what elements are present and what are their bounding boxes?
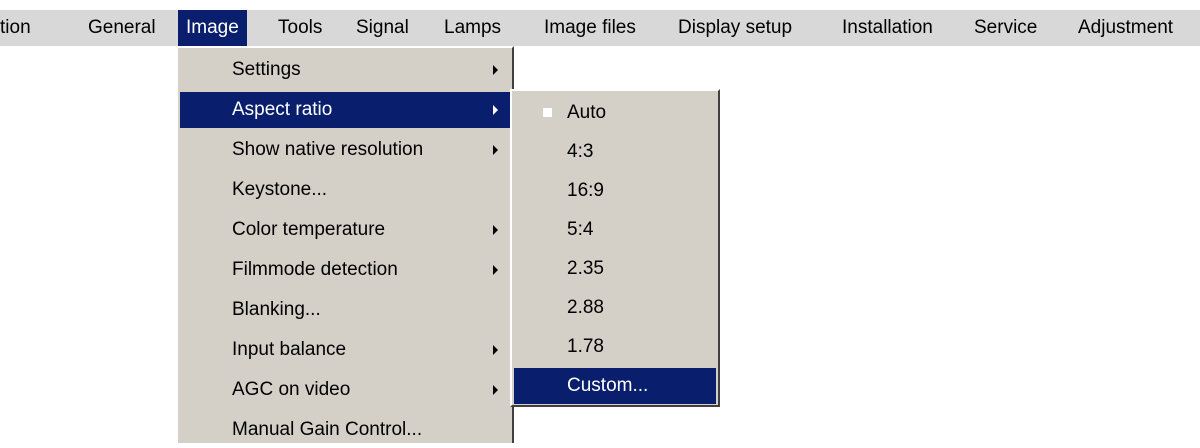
menu-item-label: Custom... [567, 375, 649, 396]
aspect-item-custom[interactable]: Custom... [514, 368, 716, 404]
menu-item-agc-on-video[interactable]: AGC on video [180, 372, 510, 408]
menubar-item-connection[interactable]: tion [0, 10, 39, 46]
menu-item-label: Show native resolution [232, 139, 424, 160]
aspect-item-4-3[interactable]: 4:3 [514, 134, 716, 170]
menu-item-label: 1.78 [567, 336, 604, 357]
aspect-item-5-4[interactable]: 5:4 [514, 212, 716, 248]
menu-item-blanking[interactable]: Blanking... [180, 292, 510, 328]
aspect-item-16-9[interactable]: 16:9 [514, 173, 716, 209]
aspect-item-auto[interactable]: Auto [514, 95, 716, 131]
menubar-item-general[interactable]: General [80, 10, 164, 46]
image-menu: Settings Aspect ratio Show native resolu… [176, 46, 514, 443]
menu-item-color-temperature[interactable]: Color temperature [180, 212, 510, 248]
menu-item-label: 5:4 [567, 219, 594, 240]
menu-item-label: Input balance [232, 339, 347, 360]
menu-item-label: Settings [232, 59, 301, 80]
menubar-item-image[interactable]: Image [178, 10, 247, 46]
menu-item-show-native-resolution[interactable]: Show native resolution [180, 132, 510, 168]
menubar-item-lamps[interactable]: Lamps [436, 10, 509, 46]
menu-item-keystone[interactable]: Keystone... [180, 172, 510, 208]
menu-item-aspect-ratio[interactable]: Aspect ratio [180, 92, 510, 128]
menu-item-input-balance[interactable]: Input balance [180, 332, 510, 368]
menubar-item-image-files[interactable]: Image files [536, 10, 644, 46]
menu-item-label: Filmmode detection [232, 259, 398, 280]
aspect-item-2-35[interactable]: 2.35 [514, 251, 716, 287]
submenu-arrow-icon [493, 145, 498, 155]
menubar-item-service[interactable]: Service [966, 10, 1045, 46]
menu-item-label: Auto [567, 102, 607, 123]
submenu-arrow-icon [493, 105, 498, 115]
menubar-item-tools[interactable]: Tools [270, 10, 330, 46]
menu-item-label: 16:9 [567, 180, 604, 201]
radio-checked-icon [543, 108, 552, 117]
menu-item-label: 4:3 [567, 141, 594, 162]
menubar-item-installation[interactable]: Installation [834, 10, 941, 46]
aspect-ratio-submenu: Auto 4:3 16:9 5:4 2.35 2.88 1.78 Custom.… [510, 89, 720, 407]
menu-item-label: 2.35 [567, 258, 604, 279]
menu-item-filmmode-detection[interactable]: Filmmode detection [180, 252, 510, 288]
menubar-item-adjustment[interactable]: Adjustment [1070, 10, 1181, 46]
aspect-item-2-88[interactable]: 2.88 [514, 290, 716, 326]
menu-item-label: Aspect ratio [232, 99, 333, 120]
submenu-arrow-icon [493, 225, 498, 235]
menu-item-label: AGC on video [232, 379, 351, 400]
menu-item-label: Color temperature [232, 219, 386, 240]
menu-item-label: 2.88 [567, 297, 604, 318]
menu-item-label: Blanking... [232, 299, 321, 320]
aspect-item-1-78[interactable]: 1.78 [514, 329, 716, 365]
submenu-arrow-icon [493, 65, 498, 75]
menu-item-label: Keystone... [232, 179, 328, 200]
menu-item-settings[interactable]: Settings [180, 52, 510, 88]
submenu-arrow-icon [493, 385, 498, 395]
submenu-arrow-icon [493, 265, 498, 275]
menubar-item-display-setup[interactable]: Display setup [670, 10, 800, 46]
menu-bar: tion General Image Tools Signal Lamps Im… [0, 10, 1200, 46]
menubar-item-signal[interactable]: Signal [348, 10, 417, 46]
submenu-arrow-icon [493, 345, 498, 355]
